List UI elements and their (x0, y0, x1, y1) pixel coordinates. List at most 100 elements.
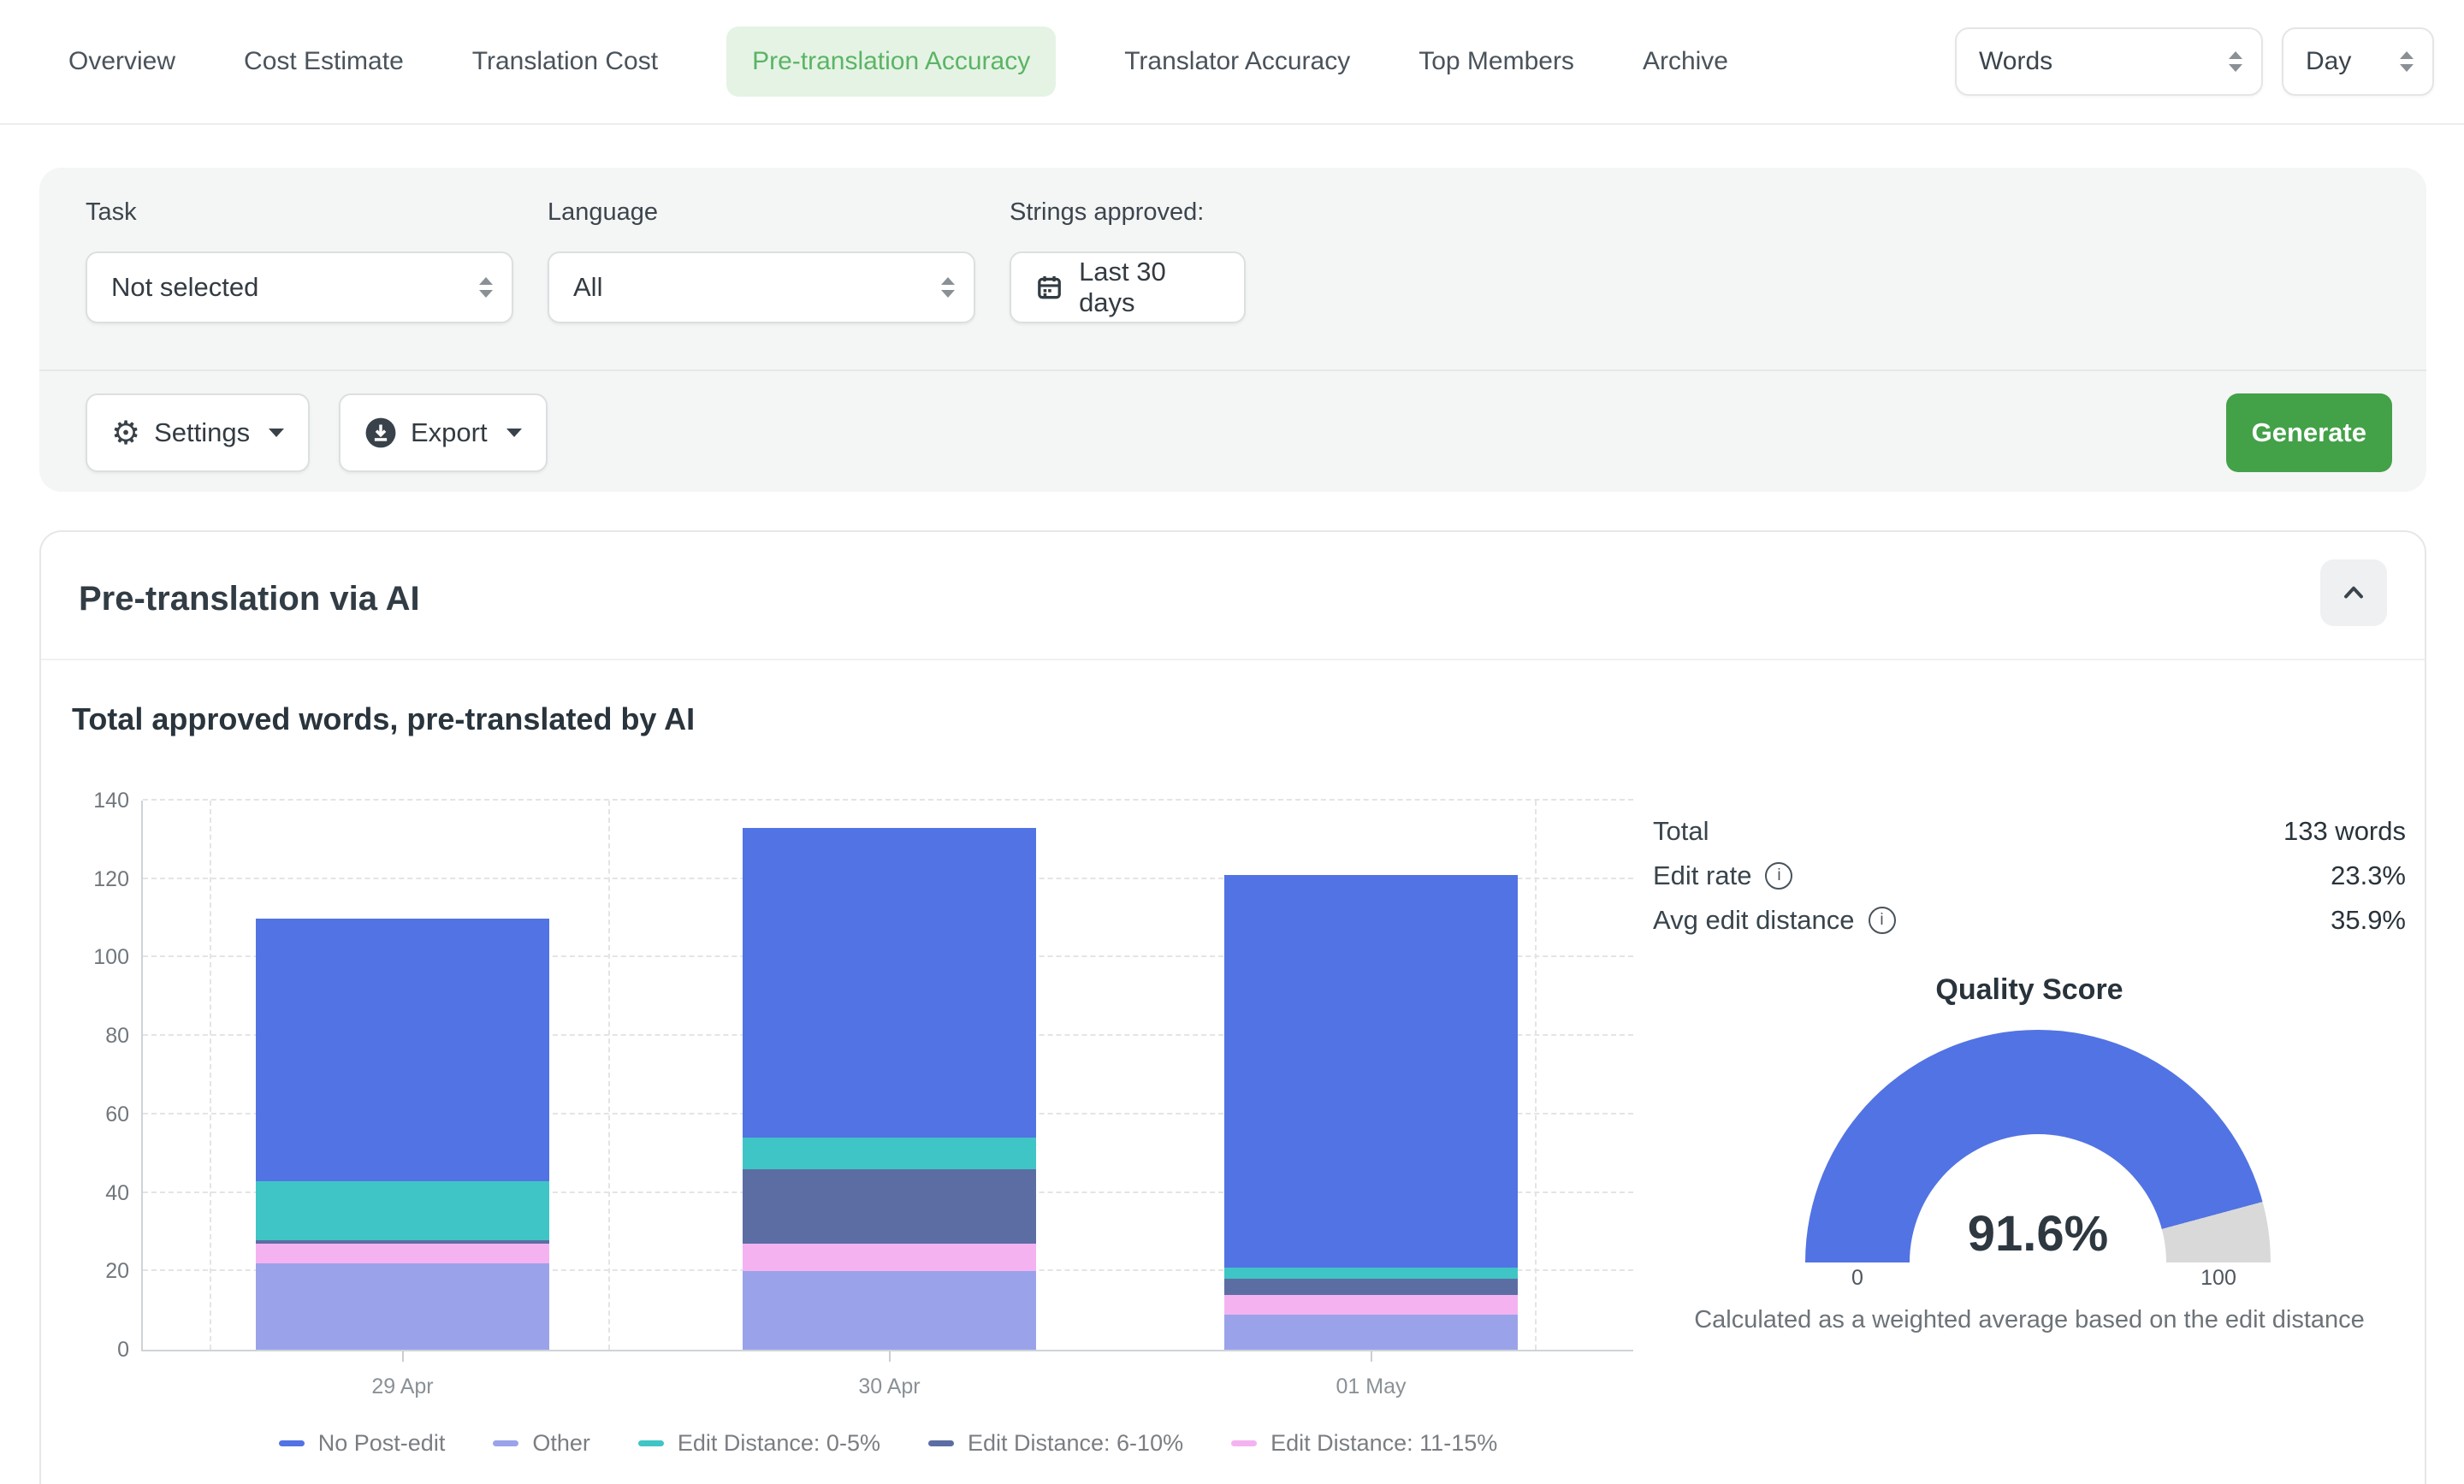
language-label: Language (548, 198, 658, 227)
language-select[interactable]: All (548, 251, 975, 323)
info-icon[interactable]: i (1869, 907, 1896, 934)
settings-button-label: Settings (154, 417, 250, 448)
filter-panel: Task Not selected Language All Strings a… (39, 168, 2426, 492)
date-range-button[interactable]: Last 30 days (1010, 251, 1246, 323)
tab-translator-accuracy[interactable]: Translator Accuracy (1124, 47, 1350, 76)
bar-segment-edit-distance-0-5 (256, 1181, 549, 1240)
info-icon[interactable]: i (1765, 862, 1792, 890)
y-tick-label-20: 20 (69, 1258, 129, 1284)
tab-pre-translation-accuracy[interactable]: Pre-translation Accuracy (726, 27, 1056, 97)
generate-button-label: Generate (2252, 417, 2366, 448)
stat-row-avg-edit-distance: Avg edit distance i 35.9% (1653, 898, 2406, 943)
tab-overview[interactable]: Overview (68, 47, 175, 76)
legend-marker-no-post-edit (279, 1440, 305, 1446)
x-label-29-apr: 29 Apr (309, 1375, 497, 1399)
filter-divider (39, 370, 2426, 371)
legend-item-no-post-edit[interactable]: No Post-edit (279, 1430, 446, 1457)
chevron-up-icon (2338, 577, 2369, 608)
bar-segment-other (1224, 1315, 1518, 1350)
stat-label-text: Edit rate (1653, 860, 1751, 891)
bar-segment-no-post-edit (1224, 875, 1518, 1268)
bar-segment-edit-distance-0-5 (743, 1138, 1036, 1169)
tab-top-members[interactable]: Top Members (1419, 47, 1574, 76)
legend-marker-edit-distance-0-5 (638, 1440, 664, 1446)
gridline-x-0 (210, 801, 211, 1350)
chart-title: Total approved words, pre-translated by … (72, 701, 695, 737)
bar-29-apr (256, 919, 549, 1350)
task-label: Task (86, 198, 137, 227)
tab-archive[interactable]: Archive (1643, 47, 1728, 76)
gauge-min-label: 0 (1832, 1266, 1883, 1291)
stat-label-text: Avg edit distance (1653, 905, 1855, 936)
date-range-value: Last 30 days (1079, 257, 1225, 318)
x-tick-29-apr (402, 1351, 404, 1362)
report-page: Overview Cost Estimate Translation Cost Pre… (0, 0, 2464, 1484)
legend-item-edit-distance-6-10[interactable]: Edit Distance: 6-10% (928, 1430, 1183, 1457)
y-tick-label-60: 60 (69, 1102, 129, 1127)
bar-segment-edit-distance-11-15 (1224, 1295, 1518, 1315)
settings-button[interactable]: ⚙ Settings (86, 393, 310, 472)
generate-button[interactable]: Generate (2226, 393, 2392, 472)
stacked-bar-chart: 02040608010012014029 Apr30 Apr01 May No … (141, 801, 1633, 1351)
chart-legend: No Post-edit Other Edit Distance: 0-5% Edit… (143, 1430, 1633, 1457)
x-label-30-apr: 30 Apr (796, 1375, 984, 1399)
y-tick-label-0: 0 (69, 1337, 129, 1363)
gauge-value: 91.6% (1805, 1205, 2271, 1262)
top-nav: Overview Cost Estimate Translation Cost Pre… (0, 0, 2464, 125)
calendar-icon (1035, 273, 1063, 302)
tab-translation-cost[interactable]: Translation Cost (472, 47, 658, 76)
legend-label-edit-distance-6-10: Edit Distance: 6-10% (968, 1430, 1183, 1457)
tab-cost-estimate[interactable]: Cost Estimate (244, 47, 404, 76)
download-circle-icon (364, 417, 397, 449)
unit-select[interactable]: Words (1955, 27, 2263, 96)
pretranslation-panel: Pre-translation via AI Total approved wo… (39, 530, 2426, 1484)
stats-block: Total133 wordsEdit ratei23.3%Avg edit di… (1653, 809, 2406, 943)
bar-segment-edit-distance-6-10 (1224, 1279, 1518, 1294)
y-tick-label-140: 140 (69, 788, 129, 813)
collapse-button[interactable] (2320, 559, 2387, 626)
export-button-label: Export (411, 417, 488, 448)
bar-segment-other (256, 1263, 549, 1350)
chevron-down-icon (269, 429, 284, 437)
quality-score-title: Quality Score (1653, 973, 2406, 1007)
bar-segment-edit-distance-0-5 (1224, 1268, 1518, 1280)
bar-segment-no-post-edit (256, 919, 549, 1181)
bar-30-apr (743, 828, 1036, 1350)
stat-label-avg-edit-distance: Avg edit distance i (1653, 905, 1896, 936)
legend-label-edit-distance-0-5: Edit Distance: 0-5% (678, 1430, 880, 1457)
stat-value-avg-edit-distance: 35.9% (2331, 905, 2406, 936)
select-arrows-icon (2229, 51, 2242, 72)
legend-marker-other (493, 1440, 518, 1446)
stat-label-total: Total (1653, 816, 1709, 847)
period-select[interactable]: Day (2282, 27, 2434, 96)
gridline-x-1 (608, 801, 610, 1350)
select-arrows-icon (2400, 51, 2414, 72)
legend-item-edit-distance-11-15[interactable]: Edit Distance: 11-15% (1231, 1430, 1497, 1457)
task-select[interactable]: Not selected (86, 251, 513, 323)
bar-segment-edit-distance-11-15 (256, 1244, 549, 1263)
export-button[interactable]: Export (339, 393, 548, 472)
stat-label-edit-rate: Edit rate i (1653, 860, 1792, 891)
strings-approved-label: Strings approved: (1010, 198, 1204, 227)
nav-controls: Words Day (1955, 27, 2434, 96)
language-select-value: All (573, 272, 602, 303)
legend-marker-edit-distance-6-10 (928, 1440, 954, 1446)
x-label-01-may: 01 May (1277, 1375, 1466, 1399)
legend-marker-edit-distance-11-15 (1231, 1440, 1257, 1446)
y-tick-label-40: 40 (69, 1180, 129, 1206)
legend-label-other: Other (532, 1430, 590, 1457)
stat-value-edit-rate: 23.3% (2331, 860, 2406, 891)
x-tick-01-may (1371, 1351, 1372, 1362)
bar-segment-other (743, 1271, 1036, 1350)
y-tick-label-80: 80 (69, 1023, 129, 1049)
unit-select-value: Words (1979, 47, 2052, 76)
gridline-x-2 (1535, 801, 1537, 1350)
legend-item-edit-distance-0-5[interactable]: Edit Distance: 0-5% (638, 1430, 880, 1457)
stat-label-text: Total (1653, 816, 1709, 847)
legend-item-other[interactable]: Other (493, 1430, 590, 1457)
select-arrows-icon (479, 277, 493, 298)
gridline-y-140 (143, 799, 1633, 801)
gauge-footnote: Calculated as a weighted average based o… (1602, 1306, 2457, 1334)
bar-segment-no-post-edit (743, 828, 1036, 1138)
legend-label-no-post-edit: No Post-edit (318, 1430, 446, 1457)
